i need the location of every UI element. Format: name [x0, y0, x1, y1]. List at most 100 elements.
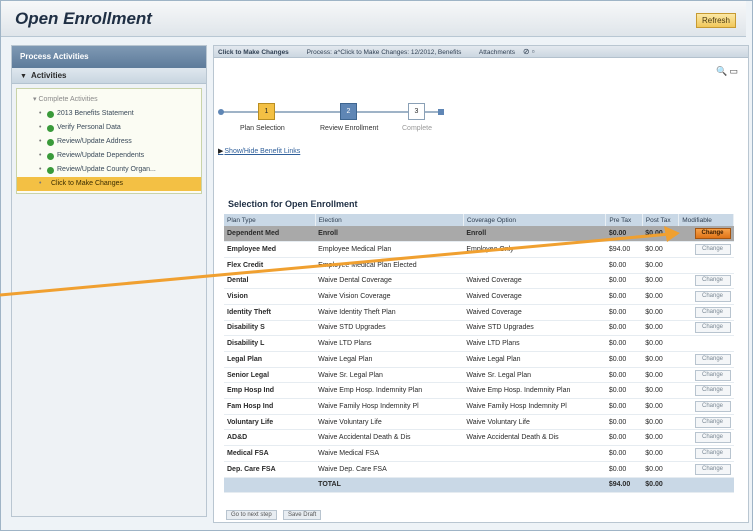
roadmap-end-icon: [438, 109, 444, 115]
column-header[interactable]: Coverage Option: [463, 214, 607, 226]
column-header[interactable]: Modifiable: [678, 214, 734, 226]
pre-tax-cell: $0.00: [605, 226, 643, 243]
tree-root-label: Complete Activities: [38, 96, 98, 103]
sidebar-item-label: Verify Personal Data: [57, 124, 121, 131]
election-cell: Waive LTD Plans: [315, 335, 464, 352]
post-tax-cell: $0.00: [642, 398, 679, 415]
roadmap-step-3[interactable]: 3: [408, 103, 425, 120]
table-row: Disability L Waive LTD Plans Waive LTD Pla…: [224, 335, 734, 352]
minimize-icon[interactable]: ▭: [729, 66, 740, 76]
election-cell: Waive Dep. Care FSA: [315, 461, 464, 478]
coverage-cell: Waive Emp Hosp. Indemnity Plan: [463, 382, 606, 400]
sidebar-item-address[interactable]: • Review/Update Address: [17, 135, 201, 149]
column-header[interactable]: Election: [315, 214, 464, 226]
sidebar-item-make-changes[interactable]: • Click to Make Changes: [17, 177, 201, 191]
table-body: Dependent Med Enroll Enroll $0.00 $0.00 Chang…: [224, 226, 734, 494]
coverage-cell: Waive Accidental Death & Dis: [463, 429, 606, 447]
change-button[interactable]: Change: [694, 291, 731, 303]
change-button[interactable]: Change: [694, 416, 731, 428]
election-cell: Waive Voluntary Life: [315, 414, 464, 431]
election-cell: Waive Dental Coverage: [315, 273, 464, 290]
bullet-icon: •: [39, 180, 42, 187]
change-button[interactable]: Change: [694, 228, 731, 240]
toolbar-step-title: Click to Make Changes: [218, 49, 289, 56]
pre-tax-cell: $0.00: [605, 398, 643, 415]
roadmap-line: [220, 111, 440, 113]
modifiable-cell: Change: [678, 226, 734, 243]
sidebar-item-personal-data[interactable]: • Verify Personal Data: [17, 121, 201, 135]
coverage-cell: Employee Only: [463, 241, 606, 258]
toolbar-process-info: Process: a^Click to Make Changes: 12/201…: [306, 49, 462, 56]
modifiable-cell: [678, 335, 734, 352]
coverage-cell: Waive STD Upgrades: [463, 320, 606, 337]
column-header[interactable]: Plan Type: [224, 214, 316, 226]
column-header[interactable]: Post Tax: [642, 214, 680, 226]
pre-tax-cell: $0.00: [605, 461, 643, 478]
election-cell: Waive Emp Hosp. Indemnity Plan: [315, 382, 464, 400]
modifiable-cell: Change: [678, 241, 734, 258]
process-activities-panel: Process Activities ▼ Activities ▾ Complet…: [11, 45, 207, 517]
table-header-row: Plan Type Election Coverage Option Pre T…: [224, 214, 734, 226]
coverage-cell: Waive LTD Plans: [463, 335, 606, 352]
expand-triangle-icon: ▶: [218, 148, 224, 155]
sidebar-item-dependents[interactable]: • Review/Update Dependents: [17, 149, 201, 163]
change-button[interactable]: Change: [694, 353, 731, 365]
activities-label: Activities: [30, 71, 67, 80]
activity-tree: ▾ Complete Activities • 2013 Benefits St…: [16, 88, 202, 194]
app-window: Open Enrollment Refresh Process Activiti…: [0, 0, 753, 531]
complete-status-icon: [47, 139, 54, 146]
show-hide-benefit-links[interactable]: ▶Show/Hide Benefit Links: [218, 147, 300, 155]
election-cell: Waive STD Upgrades: [315, 320, 464, 337]
table-row: Vision Waive Vision Coverage Waived Covera…: [224, 288, 734, 305]
sidebar-item-label: 2013 Benefits Statement: [57, 110, 134, 117]
table-row: Fam Hosp Ind Waive Family Hosp Indemnity …: [224, 398, 734, 415]
activities-toggle[interactable]: ▼ Activities: [12, 68, 206, 84]
pre-tax-cell: $0.00: [605, 445, 643, 462]
sidebar-item-benefits-statement[interactable]: • 2013 Benefits Statement: [17, 107, 201, 121]
roadmap-label-3: Complete: [402, 125, 432, 132]
change-button[interactable]: Change: [694, 306, 731, 318]
change-button[interactable]: Change: [694, 244, 731, 256]
sidebar-item-county-organ[interactable]: • Review/Update County Organ...: [17, 163, 201, 177]
save-draft-button[interactable]: Save Draft: [282, 510, 322, 520]
roadmap-label-2: Review Enrollment: [320, 125, 379, 132]
magnifier-icon[interactable]: 🔍: [716, 66, 729, 76]
sidebar-header: Process Activities: [12, 46, 206, 68]
table-row: Identity Theft Waive Identity Theft Plan W…: [224, 304, 734, 321]
roadmap: 1 2 3 Plan Selection Review Enrollment C…: [218, 100, 460, 140]
coverage-cell: Waived Coverage: [463, 304, 606, 321]
post-tax-cell: $0.00: [642, 241, 679, 258]
change-button[interactable]: Change: [694, 369, 731, 381]
change-button[interactable]: Change: [694, 385, 731, 397]
plan-type-cell: Voluntary Life: [224, 414, 316, 431]
coverage-cell: Waive Legal Plan: [463, 351, 606, 368]
roadmap-step-2[interactable]: 2: [340, 103, 357, 120]
tree-root[interactable]: ▾ Complete Activities: [17, 93, 201, 107]
column-header[interactable]: Pre Tax: [605, 214, 643, 226]
change-button[interactable]: Change: [694, 447, 731, 459]
pre-tax-cell: $0.00: [605, 429, 643, 447]
view-controls[interactable]: 🔍▭: [716, 66, 740, 77]
post-tax-cell: $0.00: [642, 226, 679, 243]
collapse-icon: ▼: [20, 73, 27, 80]
attachments-link[interactable]: Attachments: [479, 49, 515, 56]
modifiable-cell: Change: [678, 288, 734, 305]
post-tax-cell: $0.00: [642, 382, 679, 400]
refresh-button[interactable]: Refresh: [695, 13, 736, 28]
change-button[interactable]: Change: [694, 463, 731, 475]
table-row: Emp Hosp Ind Waive Emp Hosp. Indemnity Pl…: [224, 382, 734, 400]
modifiable-cell: [678, 257, 734, 274]
change-button[interactable]: Change: [694, 432, 731, 444]
table-row: Flex Credit Employee Medical Plan Elected…: [224, 257, 734, 274]
election-cell: Waive Legal Plan: [315, 351, 464, 368]
paperclip-icon[interactable]: ⊘ ▫: [523, 47, 535, 56]
roadmap-step-1[interactable]: 1: [258, 103, 275, 120]
table-row: Dental Waive Dental Coverage Waived Covera…: [224, 273, 734, 290]
coverage-cell: [463, 257, 606, 274]
change-button[interactable]: Change: [694, 275, 731, 287]
next-step-button[interactable]: Go to next step: [226, 510, 277, 520]
change-button[interactable]: Change: [694, 322, 731, 334]
change-button[interactable]: Change: [694, 400, 731, 412]
plan-type-cell: Identity Theft: [224, 304, 316, 321]
pre-tax-cell: $0.00: [605, 382, 643, 400]
